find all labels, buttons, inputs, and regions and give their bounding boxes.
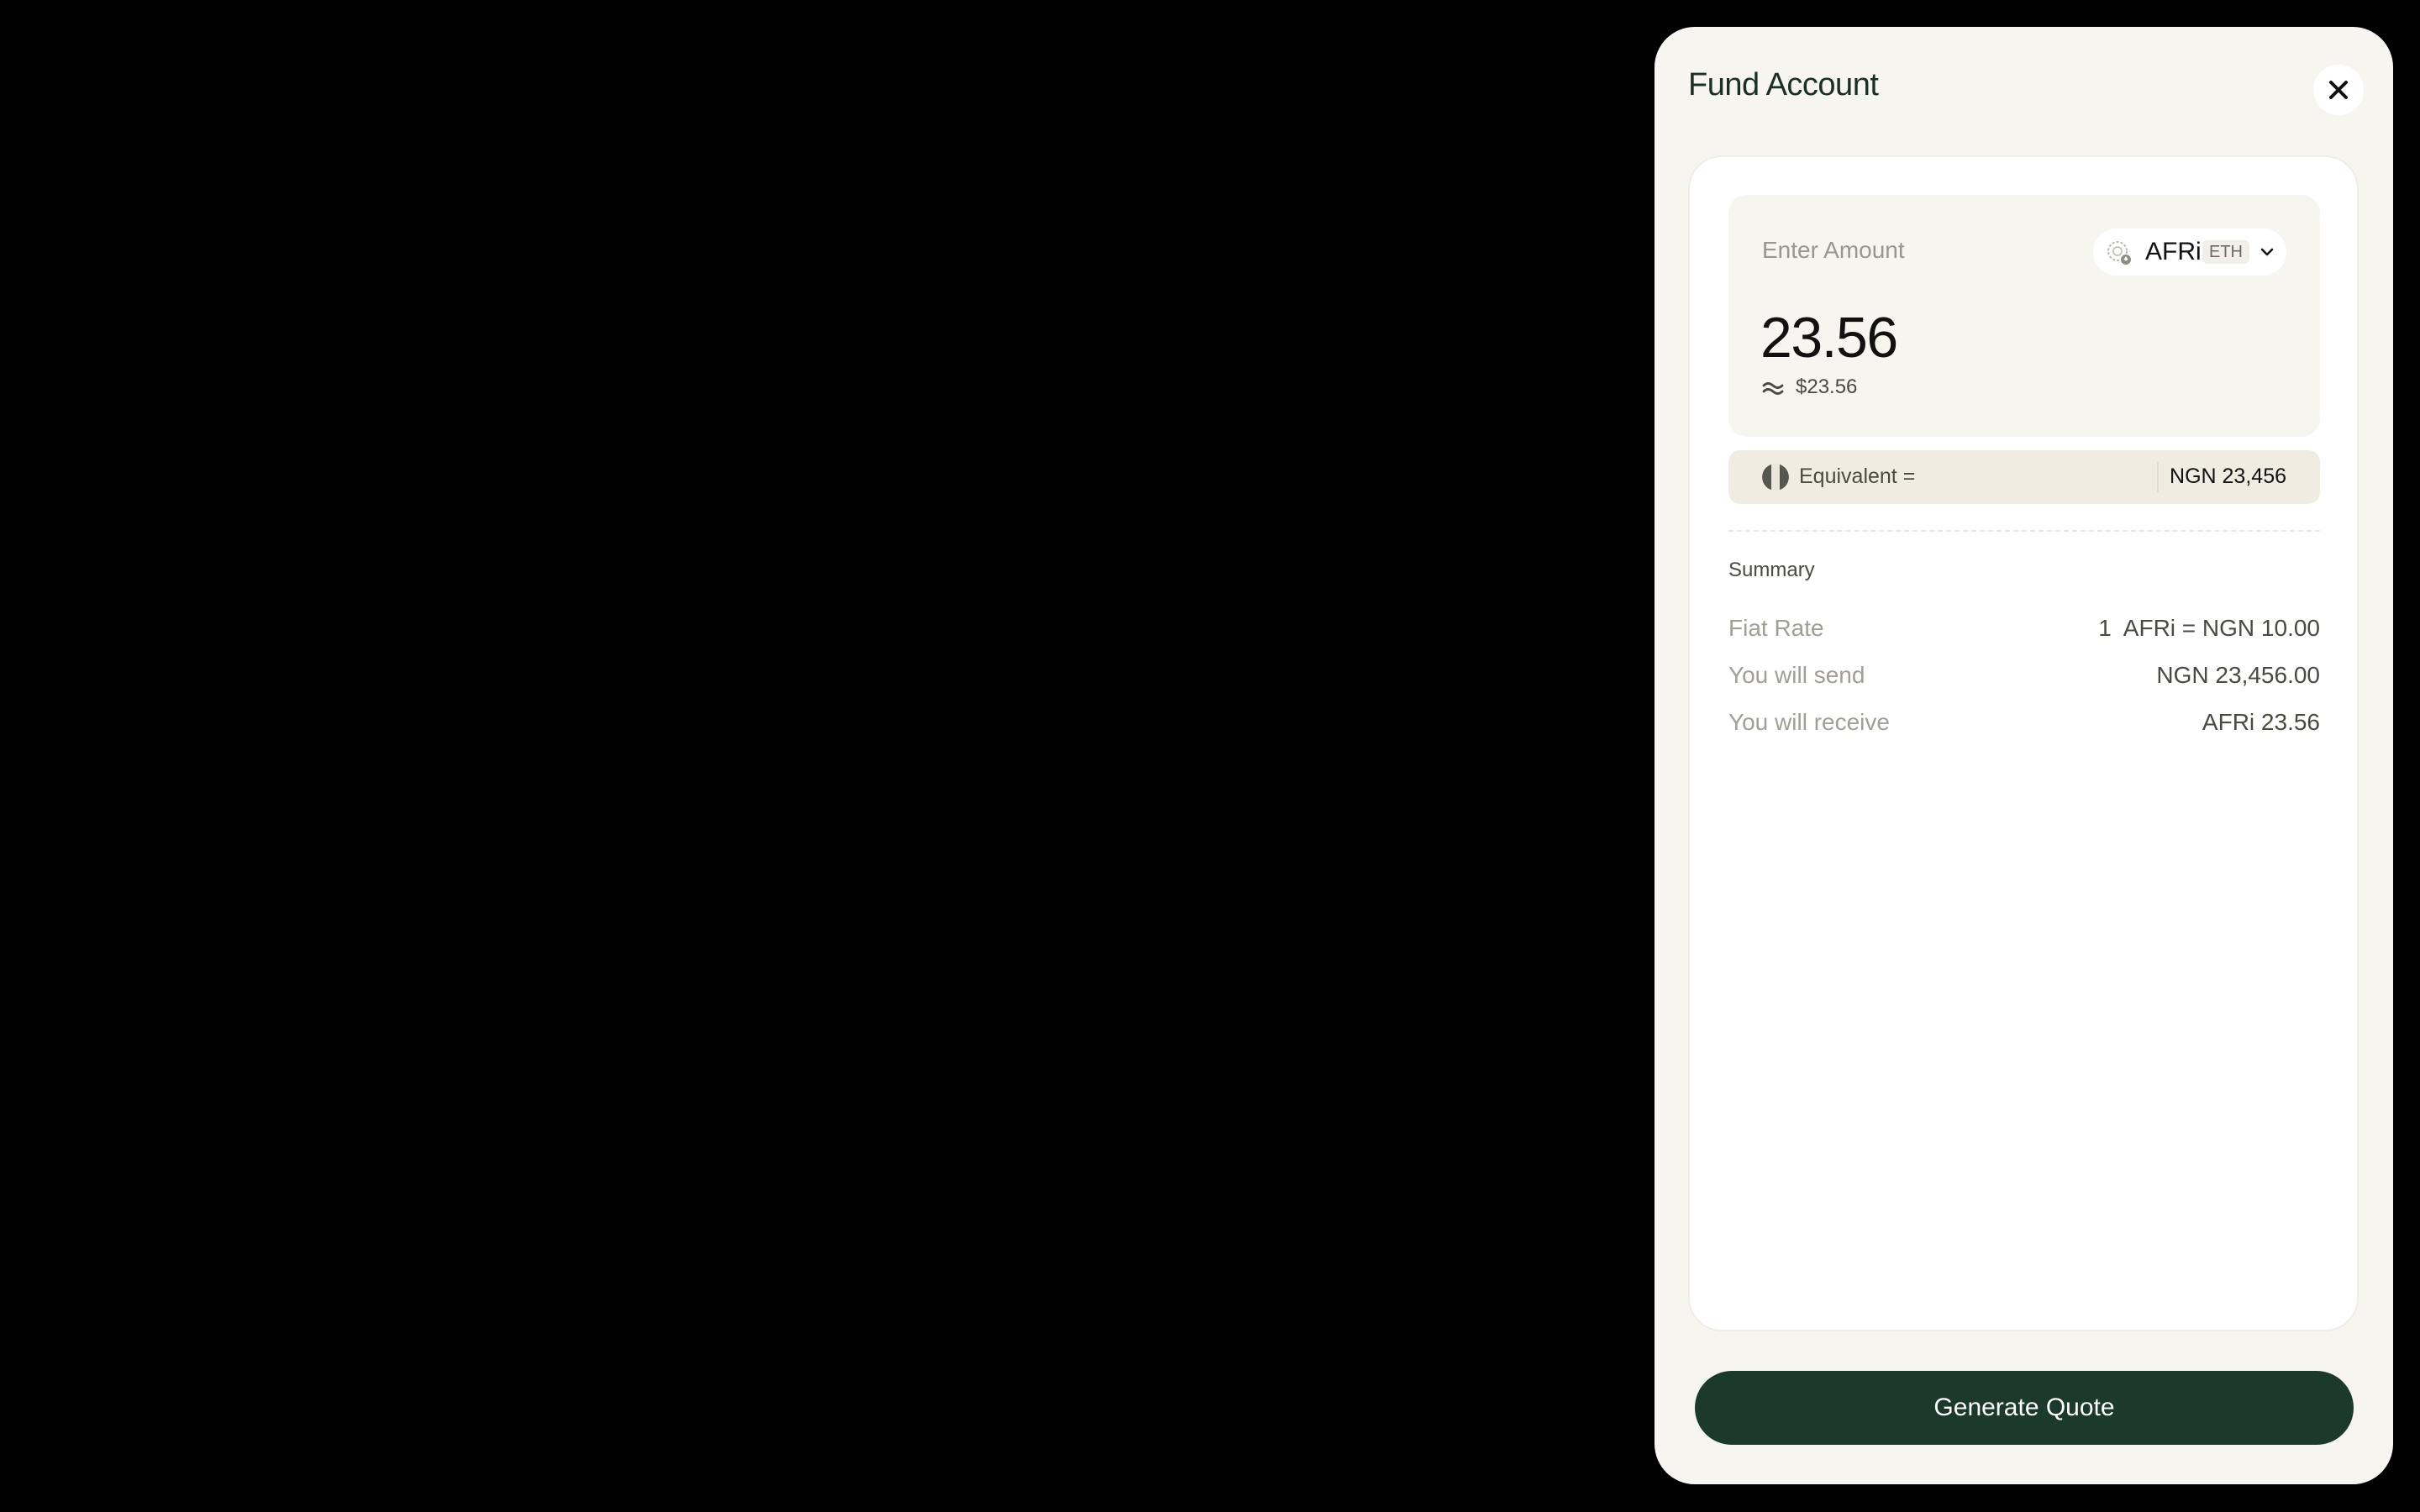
- close-icon: [2329, 81, 2348, 99]
- equivalent-divider: [2157, 462, 2159, 492]
- summary-value: NGN 23,456.00: [2156, 662, 2320, 688]
- nigeria-flag-icon: [1762, 464, 1789, 491]
- summary-row-receive: You will receive AFRi 23.56: [1728, 711, 2320, 741]
- equivalent-value: NGN 23,456: [2170, 465, 2286, 488]
- summary-label: Fiat Rate: [1728, 615, 1824, 641]
- summary-title: Summary: [1728, 559, 1815, 581]
- network-badge: ETH: [2202, 240, 2249, 264]
- fund-card: Enter Amount AFRi ETH 23.56 $23.56 Equiv…: [1688, 155, 2359, 1331]
- summary-row-send: You will send NGN 23,456.00: [1728, 664, 2320, 694]
- equivalent-bar: Equivalent = NGN 23,456: [1728, 450, 2320, 504]
- equivalent-label: Equivalent =: [1799, 465, 1916, 488]
- amount-label: Enter Amount: [1762, 237, 1905, 263]
- amount-value[interactable]: 23.56: [1760, 309, 1898, 366]
- amount-input-box[interactable]: Enter Amount AFRi ETH 23.56 $23.56: [1728, 195, 2320, 437]
- section-divider: [1728, 530, 2320, 532]
- token-icon: [2107, 241, 2131, 265]
- approx-icon: [1762, 382, 1784, 395]
- usd-equivalent: $23.56: [1796, 375, 1858, 398]
- panel-title: Fund Account: [1688, 67, 1879, 102]
- summary-label: You will receive: [1728, 709, 1890, 735]
- summary-label: You will send: [1728, 662, 1865, 688]
- close-button[interactable]: [2313, 65, 2364, 115]
- summary-value: AFRi 23.56: [2202, 709, 2320, 735]
- token-select[interactable]: AFRi ETH: [2093, 228, 2286, 276]
- chevron-down-icon: [2260, 248, 2274, 256]
- generate-quote-button[interactable]: Generate Quote: [1695, 1371, 2354, 1445]
- summary-value: 1 AFRi = NGN 10.00: [2098, 615, 2320, 641]
- summary-row-fiat-rate: Fiat Rate 1 AFRi = NGN 10.00: [1728, 617, 2320, 647]
- fund-account-panel: Fund Account Enter Amount AFRi ETH 23.56…: [1655, 27, 2393, 1484]
- token-symbol: AFRi: [2145, 238, 2202, 265]
